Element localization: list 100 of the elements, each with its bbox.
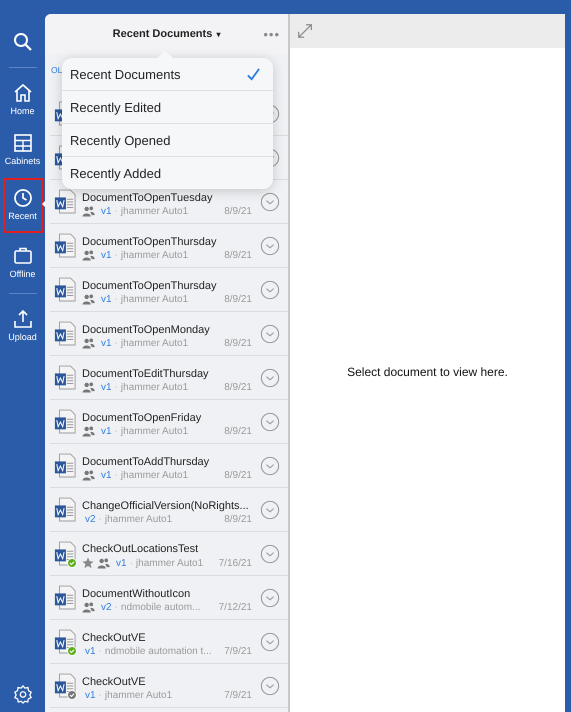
separator-dot: · — [114, 602, 118, 612]
clock-icon — [12, 187, 34, 209]
chevron-down-icon[interactable] — [260, 500, 280, 520]
date-label: 8/9/21 — [224, 338, 252, 348]
word-document-icon — [54, 232, 76, 258]
chevron-down-icon[interactable] — [260, 588, 280, 608]
author-name: jhammer Auto1 — [120, 426, 188, 436]
document-name: CheckOutVE — [82, 632, 147, 644]
author-name: jhammer Auto1 — [136, 558, 204, 568]
separator-dot: · — [130, 558, 133, 568]
author-name: jhammer Auto1 — [120, 206, 188, 216]
date-label: 8/9/21 — [224, 470, 252, 480]
author-name: jhammer Auto1 — [120, 250, 188, 260]
document-name: DocumentToEditThursday — [82, 368, 210, 380]
chevron-down-icon[interactable] — [260, 324, 280, 344]
menu-item[interactable]: Recently Edited — [62, 91, 273, 124]
separator-dot: · — [114, 426, 118, 436]
menu-item-label: Recently Opened — [70, 132, 170, 148]
document-row[interactable]: CheckOutVE v1 · jhammer Auto1 7/9/21 — [50, 664, 288, 708]
search-icon — [12, 31, 34, 53]
separator-dot: · — [114, 470, 118, 480]
version-label: v1 — [85, 690, 96, 700]
date-label: 8/9/21 — [224, 250, 252, 260]
check-badge-icon — [67, 690, 77, 700]
author-name: jhammer Auto1 — [120, 382, 188, 392]
document-row[interactable]: DocumentToOpenThursday v1 · jhammer Auto1 8/9/21 — [50, 224, 288, 268]
document-row[interactable]: DocumentToEditThursday v1 · jhammer Auto1 8/9/21 — [50, 356, 288, 400]
document-row[interactable]: DocumentToAddThursday v1 · jhammer Auto1 8/9/21 — [50, 444, 288, 488]
separator-dot: · — [114, 206, 118, 216]
settings-icon — [12, 684, 32, 704]
author-name: jhammer Auto1 — [120, 470, 188, 480]
word-document-icon — [54, 364, 76, 390]
date-label: 7/9/21 — [224, 646, 252, 656]
document-row[interactable]: DocumentToOpenMonday v1 · jhammer Auto1 8/9/21 — [50, 312, 288, 356]
document-row[interactable]: DocumentToOpenFriday v1 · jhammer Auto1 8/9/21 — [50, 400, 288, 444]
menu-item[interactable]: Recent Documents — [62, 58, 273, 91]
house-icon — [12, 82, 34, 104]
menu-item[interactable]: Recently Opened — [62, 124, 273, 157]
separator-dot: · — [98, 690, 102, 700]
date-label: 7/9/21 — [224, 690, 252, 700]
date-label: 7/16/21 — [218, 558, 252, 568]
chevron-down-icon[interactable] — [260, 544, 280, 564]
empty-viewer-message: Select document to view here. — [347, 365, 508, 379]
word-document-icon — [54, 276, 76, 302]
chevron-down-icon[interactable] — [260, 412, 280, 432]
chevron-down-icon[interactable] — [260, 632, 280, 652]
author-name: jhammer Auto1 — [104, 514, 172, 524]
author-name: ndmobile automation t... — [104, 646, 212, 656]
date-label: 8/9/21 — [224, 294, 252, 304]
document-name: DocumentToOpenTuesday — [82, 192, 214, 204]
version-label: v1 — [101, 382, 112, 392]
expand-icon[interactable] — [296, 22, 314, 40]
document-row[interactable]: DocumentToOpenThursday v1 · jhammer Auto1 8/9/21 — [50, 268, 288, 312]
chevron-down-icon[interactable] — [260, 192, 280, 212]
chevron-down-icon[interactable] — [260, 368, 280, 388]
document-row[interactable]: CheckOutLocationsTest v1 · jhammer Auto1 7/16/21 — [50, 532, 288, 576]
word-document-icon — [54, 408, 76, 434]
document-name: DocumentToOpenThursday — [82, 236, 218, 248]
separator-dot: · — [114, 250, 118, 260]
briefcase-icon — [12, 245, 34, 267]
word-document-icon — [54, 584, 76, 610]
grid-icon — [12, 132, 34, 154]
settings-button[interactable] — [12, 684, 32, 704]
separator-dot: · — [114, 382, 118, 392]
sidebar-item[interactable]: Offline — [2, 241, 42, 283]
version-label: v2 — [85, 514, 96, 524]
version-label: v1 — [101, 250, 112, 260]
document-row[interactable]: ChangeOfficialVersion(NoRights... v2 · jhammer Auto1 8/9/21 — [50, 488, 288, 532]
word-document-icon — [54, 496, 76, 522]
sidebar-item[interactable]: Upload — [2, 304, 42, 346]
author-name: jhammer Auto1 — [120, 338, 188, 348]
version-label: v1 — [101, 426, 112, 436]
separator-dot: · — [98, 514, 102, 524]
version-label: v1 — [116, 558, 127, 568]
upload-icon — [12, 308, 34, 330]
sidebar-item[interactable]: Cabinets — [2, 128, 42, 170]
date-label: 8/9/21 — [224, 426, 252, 436]
separator-dot: · — [98, 646, 102, 656]
document-name: DocumentWithoutIcon — [82, 588, 192, 600]
check-badge-icon — [67, 646, 77, 656]
version-label: v1 — [85, 646, 96, 656]
subheader-text[interactable]: OL — [51, 65, 62, 75]
chevron-down-icon[interactable] — [260, 676, 280, 696]
check-badge-icon — [67, 558, 77, 568]
version-label: v1 — [101, 470, 112, 480]
word-document-icon — [54, 452, 76, 478]
separator-dot: · — [114, 294, 118, 304]
version-label: v1 — [101, 338, 112, 348]
author-name: jhammer Auto1 — [120, 294, 188, 304]
list-title-dropdown[interactable]: Recent Documents ▾ — [108, 26, 224, 42]
menu-item-label: Recent Documents — [70, 66, 181, 82]
chevron-down-icon[interactable] — [260, 280, 280, 300]
sidebar-item[interactable]: Home — [2, 78, 42, 120]
document-row[interactable]: DocumentWithoutIcon v2 · ndmobile autom... 7/12/21 — [50, 576, 288, 620]
chevron-down-icon[interactable] — [260, 456, 280, 476]
document-row[interactable]: CheckOutVE v1 · ndmobile automation t... 7/9/21 — [50, 620, 288, 664]
date-label: 7/12/21 — [218, 602, 252, 612]
author-name: jhammer Auto1 — [104, 690, 172, 700]
chevron-down-icon[interactable] — [260, 236, 280, 256]
date-label: 8/9/21 — [224, 514, 252, 524]
